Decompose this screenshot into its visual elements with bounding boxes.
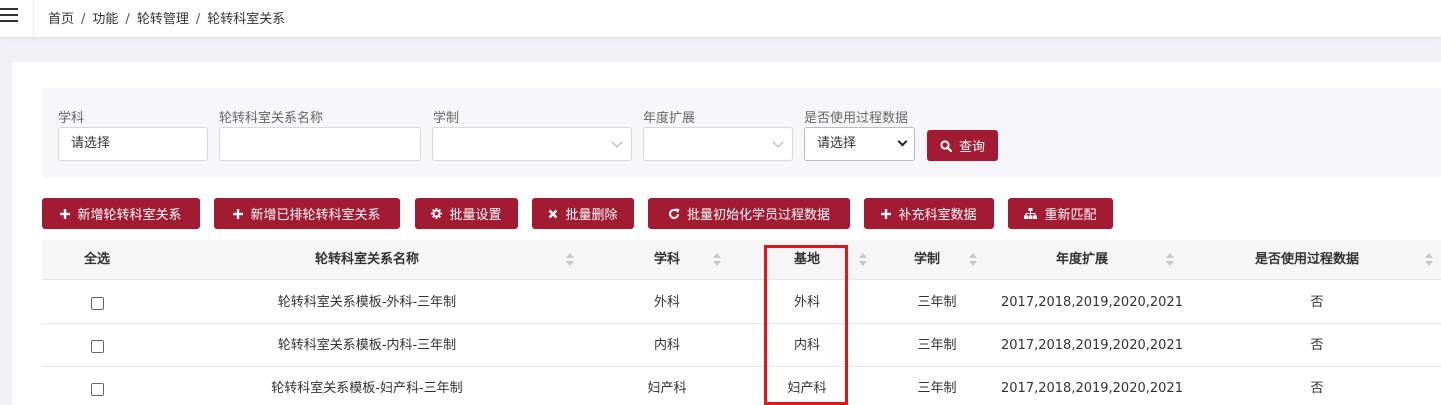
cell-base: 内科: [793, 338, 820, 353]
batch-settings-button[interactable]: 批量设置: [415, 198, 518, 229]
batch-delete-button[interactable]: 批量删除: [532, 198, 634, 229]
x-icon: [549, 209, 558, 218]
table-row: 轮转科室关系模板-内科-三年制 内科 内科 三年制 2017,2018,2019…: [42, 324, 1441, 367]
header-base[interactable]: 基地: [742, 240, 872, 280]
cell-relation-name: 轮转科室关系模板-内科-三年制: [277, 338, 457, 353]
cell-use-process: 否: [1310, 338, 1324, 353]
header-select-all[interactable]: 全选: [42, 240, 152, 280]
cell-schooling: 三年制: [917, 295, 957, 310]
cell-relation-name: 轮转科室关系模板-妇产科-三年制: [271, 381, 463, 396]
cell-use-process: 否: [1310, 295, 1324, 310]
batch-delete-label: 批量删除: [565, 208, 618, 223]
supplement-label: 补充科室数据: [898, 208, 977, 223]
rematch-button[interactable]: 重新匹配: [1008, 198, 1113, 229]
chevron-down-icon: [772, 136, 784, 148]
header-year-ext[interactable]: 年度扩展: [982, 240, 1182, 280]
use-process-select[interactable]: 请选择: [804, 127, 915, 161]
plus-icon: [881, 208, 892, 219]
schooling-select[interactable]: [432, 127, 632, 161]
use-process-label: 是否使用过程数据: [804, 111, 909, 126]
row-checkbox[interactable]: [91, 297, 104, 310]
cell-year-ext: 2017,2018,2019,2020,2021: [1001, 338, 1183, 353]
batch-init-label: 批量初始化学员过程数据: [686, 208, 830, 223]
add-relation-button[interactable]: 新增轮转科室关系: [42, 198, 200, 229]
table-row: 轮转科室关系模板-外科-三年制 外科 外科 三年制 2017,2018,2019…: [42, 281, 1441, 324]
breadcrumb-separator: /: [195, 12, 201, 27]
breadcrumb-home[interactable]: 首页: [48, 12, 74, 27]
batch-init-process-data-button[interactable]: 批量初始化学员过程数据: [648, 198, 850, 229]
cell-schooling: 三年制: [917, 381, 957, 396]
topbar-divider: [33, 0, 34, 38]
cell-subject: 妇产科: [647, 381, 687, 396]
sort-icon[interactable]: [713, 253, 721, 267]
breadcrumb: 首页 / 功能 / 轮转管理 / 轮转科室关系: [48, 8, 285, 27]
sort-icon[interactable]: [1425, 253, 1433, 267]
chevron-down-icon: [897, 136, 908, 147]
year-ext-select[interactable]: [643, 127, 793, 161]
sort-icon[interactable]: [969, 253, 977, 267]
plus-icon: [60, 208, 71, 219]
sitemap-icon: [1024, 208, 1038, 219]
top-bar: 首页 / 功能 / 轮转管理 / 轮转科室关系: [0, 0, 1441, 38]
header-use-process[interactable]: 是否使用过程数据: [1182, 240, 1432, 280]
subject-input[interactable]: 请选择: [58, 127, 208, 161]
plus-icon: [233, 208, 244, 219]
table-row: 轮转科室关系模板-妇产科-三年制 妇产科 妇产科 三年制 2017,2018,2…: [42, 367, 1441, 405]
hamburger-icon[interactable]: [0, 8, 18, 24]
cell-base: 妇产科: [787, 381, 827, 396]
query-button[interactable]: 查询: [927, 130, 998, 161]
supplement-dept-data-button[interactable]: 补充科室数据: [864, 198, 994, 229]
chevron-down-icon: [611, 136, 623, 148]
cell-relation-name: 轮转科室关系模板-外科-三年制: [277, 295, 457, 310]
header-relation-name[interactable]: 轮转科室关系名称: [152, 240, 582, 280]
cell-subject: 外科: [653, 295, 680, 310]
gear-icon: [431, 208, 443, 219]
breadcrumb-current: 轮转科室关系: [207, 12, 286, 27]
breadcrumb-separator: /: [81, 12, 86, 27]
cell-year-ext: 2017,2018,2019,2020,2021: [1001, 381, 1183, 396]
year-ext-label: 年度扩展: [643, 111, 696, 126]
schooling-label: 学制: [433, 111, 460, 126]
relation-name-label: 轮转科室关系名称: [219, 111, 324, 126]
use-process-value: 请选择: [817, 136, 857, 151]
header-schooling[interactable]: 学制: [872, 240, 982, 280]
breadcrumb-function[interactable]: 功能: [92, 12, 118, 27]
sort-icon[interactable]: [566, 253, 574, 267]
breadcrumb-rotation-management[interactable]: 轮转管理: [137, 12, 189, 27]
row-checkbox[interactable]: [91, 340, 104, 353]
cell-base: 外科: [793, 295, 820, 310]
query-button-label: 查询: [958, 140, 985, 155]
cell-subject: 内科: [653, 338, 680, 353]
sort-icon[interactable]: [859, 253, 867, 267]
add-relation-label: 新增轮转科室关系: [77, 208, 182, 223]
refresh-icon: [669, 208, 680, 219]
add-scheduled-label: 新增已排轮转科室关系: [250, 208, 381, 223]
cell-use-process: 否: [1310, 381, 1324, 396]
cell-schooling: 三年制: [917, 338, 957, 353]
row-checkbox[interactable]: [91, 383, 104, 396]
table-header: 全选 轮转科室关系名称 学科 基地 学制 年度扩展 是否使用过程数据: [42, 240, 1441, 280]
cell-year-ext: 2017,2018,2019,2020,2021: [1001, 295, 1183, 310]
subject-label: 学科: [58, 111, 85, 126]
batch-settings-label: 批量设置: [449, 208, 502, 223]
sort-icon[interactable]: [1166, 253, 1174, 267]
add-scheduled-relation-button[interactable]: 新增已排轮转科室关系: [214, 198, 400, 229]
relation-name-input[interactable]: [219, 127, 421, 161]
breadcrumb-separator: /: [125, 12, 130, 27]
rematch-label: 重新匹配: [1044, 208, 1097, 223]
search-icon: [940, 139, 952, 152]
